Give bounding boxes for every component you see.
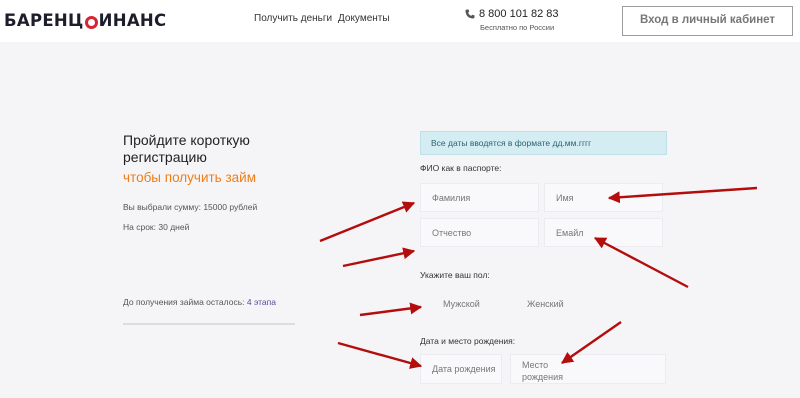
gender-label: Укажите ваш пол: <box>420 270 490 280</box>
phone-note: Бесплатно по России <box>480 23 555 32</box>
gender-female-option[interactable]: Женский <box>527 299 564 309</box>
logo-text-right: ИНАНС <box>98 11 167 30</box>
arrow-to-gender <box>359 302 423 317</box>
logo[interactable]: БАРЕНЦ ИНАНС <box>4 11 166 31</box>
arrow-to-birth-date <box>337 341 423 369</box>
nav-documents[interactable]: Документы <box>338 13 390 24</box>
logo-ring-icon <box>84 16 98 29</box>
email-input[interactable]: Емайл <box>544 218 663 247</box>
logo-text-left: БАРЕНЦ <box>4 11 84 30</box>
date-format-info: Все даты вводятся в формате дд.мм.гггг <box>420 131 667 155</box>
nav-get-money[interactable]: Получить деньги <box>254 13 332 24</box>
page-title: Пройдите короткую регистрацию <box>123 132 250 165</box>
selected-amount: Вы выбрали сумму: 15000 рублей <box>123 202 258 212</box>
steps-count: 4 этапа <box>246 297 276 307</box>
progress-bar <box>123 323 295 325</box>
phone-icon <box>465 9 475 19</box>
arrow-to-surname <box>319 201 416 243</box>
phone-number[interactable]: 8 800 101 82 83 <box>479 8 559 20</box>
login-button[interactable]: Вход в личный кабинет <box>622 6 793 36</box>
steps-remaining: До получения займа осталось: 4 этапа <box>123 297 276 307</box>
birth-date-input[interactable]: Дата рождения <box>420 354 502 384</box>
site-header: БАРЕНЦ ИНАНС Получить деньги Документы 8 … <box>0 0 800 42</box>
page-subtitle: чтобы получить займ <box>123 170 256 185</box>
steps-prefix: До получения займа осталось: <box>123 297 245 307</box>
birth-label: Дата и место рождения: <box>420 336 516 346</box>
patronymic-input[interactable]: Отчество <box>420 218 539 247</box>
fio-label: ФИО как в паспорте: <box>420 163 502 173</box>
annotation-arrows <box>319 186 758 369</box>
gender-male-option[interactable]: Мужской <box>443 299 480 309</box>
name-input[interactable]: Имя <box>544 183 663 212</box>
selected-term: На срок: 30 дней <box>123 222 190 232</box>
birth-place-line2: рождения <box>522 372 564 382</box>
birth-place-input[interactable]: Место рождения <box>510 354 666 384</box>
birth-place-line1: Место <box>522 360 549 370</box>
arrow-to-patronymic <box>342 247 416 268</box>
surname-input[interactable]: Фамилия <box>420 183 539 212</box>
